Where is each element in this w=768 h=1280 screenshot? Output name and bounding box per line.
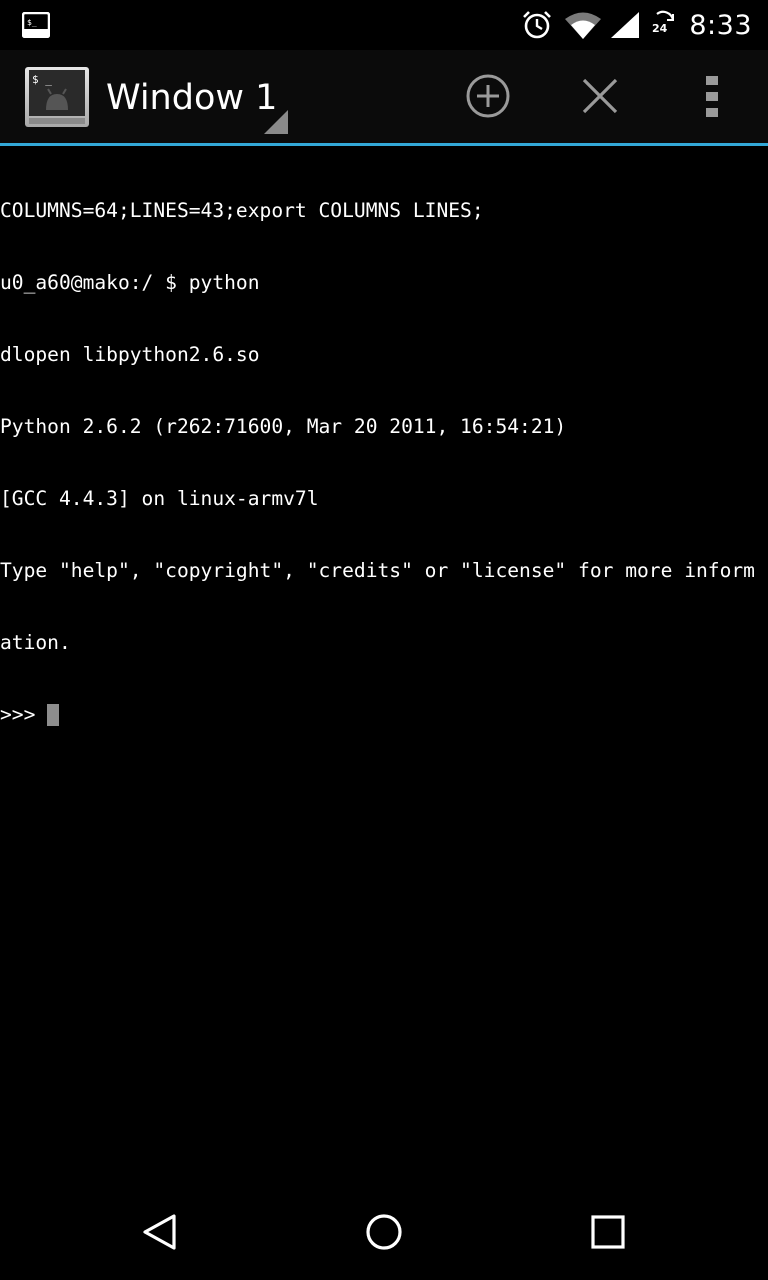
cell-signal-icon [609, 10, 641, 40]
status-icons: 24 8:33 [521, 0, 752, 50]
terminal-app-icon[interactable]: $ _ [24, 66, 90, 130]
home-circle-icon [364, 1212, 404, 1256]
status-bar: $_ 24 8:33 [0, 0, 768, 50]
back-button[interactable] [124, 1198, 196, 1270]
clock: 8:33 [689, 9, 752, 41]
wifi-icon [563, 10, 603, 40]
more-vert-icon [704, 74, 720, 122]
back-triangle-icon [140, 1212, 180, 1256]
close-icon [579, 75, 621, 121]
action-bar-accent-divider [0, 143, 768, 146]
new-window-button[interactable] [456, 66, 520, 130]
terminal-line: COLUMNS=64;LINES=43;export COLUMNS LINES… [0, 199, 484, 222]
overflow-menu-button[interactable] [680, 66, 744, 130]
home-button[interactable] [348, 1198, 420, 1270]
alarm-icon [521, 10, 553, 40]
recents-button[interactable] [572, 1198, 644, 1270]
terminal-line: [GCC 4.4.3] on linux-armv7l [0, 487, 319, 510]
data-sync-icon: 24 [651, 10, 677, 40]
action-bar: $ _ Window 1 [0, 50, 768, 143]
terminal-line: Type "help", "copyright", "credits" or "… [0, 559, 755, 582]
close-window-button[interactable] [568, 66, 632, 130]
window-title: Window 1 [106, 78, 278, 118]
window-selector-spinner[interactable]: Window 1 [104, 68, 292, 136]
recents-square-icon [590, 1214, 626, 1254]
terminal-line: Python 2.6.2 (r262:71600, Mar 20 2011, 1… [0, 415, 567, 438]
terminal-notification-icon: $_ [21, 11, 51, 39]
python-prompt: >>> [0, 703, 36, 726]
python-prompt-line[interactable]: >>> [0, 703, 768, 727]
terminal-line: dlopen libpython2.6.so [0, 343, 260, 366]
terminal-line: u0_a60@mako:/ $ python [0, 271, 260, 294]
add-circle-icon [464, 72, 512, 124]
spinner-dropdown-indicator [264, 110, 288, 134]
terminal-cursor [47, 704, 60, 726]
navigation-bar [0, 1184, 768, 1280]
terminal-view[interactable]: COLUMNS=64;LINES=43;export COLUMNS LINES… [0, 151, 768, 1171]
sync-badge: 24 [652, 22, 668, 35]
terminal-line: ation. [0, 631, 71, 654]
svg-text:$ _: $ _ [32, 73, 52, 86]
svg-text:$_: $_ [27, 18, 37, 27]
